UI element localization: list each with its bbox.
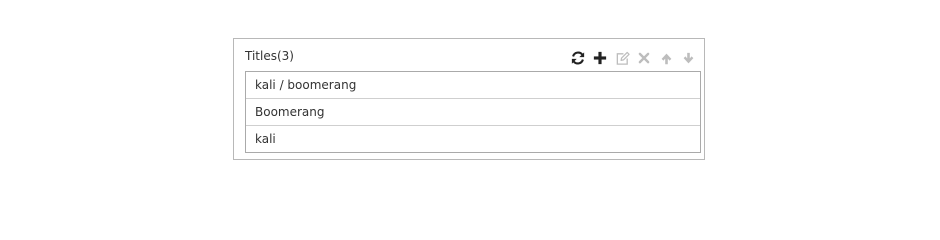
add-button[interactable] [592, 50, 608, 66]
arrow-up-icon [660, 52, 673, 65]
list-item[interactable]: Boomerang [246, 99, 700, 126]
titles-list: kali / boomerang Boomerang kali [245, 71, 701, 153]
delete-button[interactable] [636, 50, 652, 66]
refresh-button[interactable] [570, 50, 586, 66]
list-item[interactable]: kali / boomerang [246, 72, 700, 99]
refresh-icon [571, 51, 585, 65]
panel-toolbar [564, 50, 696, 66]
plus-icon [593, 51, 607, 65]
arrow-down-icon [682, 52, 695, 65]
edit-icon [615, 51, 630, 66]
list-item[interactable]: kali [246, 126, 700, 152]
panel-header: Titles(3) [234, 39, 704, 71]
move-up-button[interactable] [658, 50, 674, 66]
move-down-button[interactable] [680, 50, 696, 66]
panel-title-count: (3) [276, 49, 294, 63]
titles-panel: Titles(3) kali / boomerang Boomerang kal… [233, 38, 705, 160]
close-icon [638, 52, 650, 64]
panel-title: Titles(3) [245, 49, 294, 63]
edit-button[interactable] [614, 50, 630, 66]
panel-title-label: Titles [245, 49, 277, 63]
